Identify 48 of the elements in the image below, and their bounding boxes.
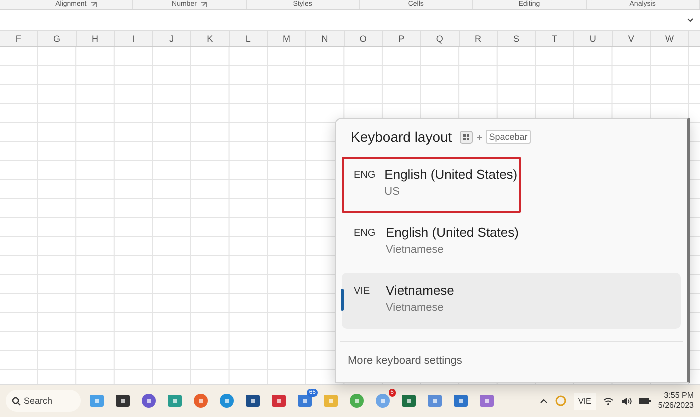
keyboard-layout-option[interactable]: VIE Vietnamese Vietnamese: [342, 273, 681, 329]
column-header[interactable]: H: [76, 31, 115, 46]
column-header[interactable]: W: [651, 31, 690, 46]
search-field[interactable]: Search: [6, 390, 81, 412]
layout-name: US: [384, 186, 401, 198]
language-code: ENG: [354, 227, 377, 241]
keyboard-layout-option[interactable]: ENG English (United States) US: [342, 157, 521, 213]
column-header[interactable]: L: [230, 31, 268, 46]
chevron-down-icon[interactable]: [687, 18, 694, 22]
wifi-icon[interactable]: [603, 396, 614, 406]
language-name: English (United States): [386, 225, 519, 240]
column-header[interactable]: P: [382, 31, 422, 46]
column-header[interactable]: V: [612, 31, 652, 46]
column-header[interactable]: T: [536, 31, 574, 46]
column-header[interactable]: J: [153, 31, 192, 46]
column-header[interactable]: N: [306, 31, 345, 46]
column-header[interactable]: F: [0, 31, 38, 46]
column-header[interactable]: O: [344, 31, 383, 46]
dialog-launcher-icon[interactable]: [200, 2, 207, 8]
column-header[interactable]: K: [191, 31, 230, 46]
column-header[interactable]: Q: [421, 31, 460, 46]
search-icon: [12, 396, 21, 406]
battery-icon[interactable]: [639, 397, 652, 405]
column-header[interactable]: M: [268, 31, 306, 46]
plus-sign-icon: [477, 132, 482, 142]
selection-indicator: [341, 289, 344, 311]
language-name: Vietnamese: [386, 283, 454, 298]
chevron-up-icon[interactable]: [540, 398, 548, 404]
column-header[interactable]: S: [498, 31, 536, 46]
language-code: VIE: [354, 285, 372, 299]
app-icon[interactable]: [167, 393, 183, 409]
input-indicator[interactable]: VIE: [574, 392, 596, 410]
language-code: ENG: [354, 169, 376, 183]
flyout-title: Keyboard layout: [351, 129, 452, 145]
clock[interactable]: 3:55 PM 5/26/2023: [658, 391, 694, 411]
key-hint: Spacebar: [486, 130, 531, 144]
speaker-icon[interactable]: [621, 396, 632, 406]
column-header[interactable]: G: [38, 31, 77, 46]
windows-key-icon: [460, 130, 474, 144]
settings-link[interactable]: More keyboard settings: [348, 355, 462, 367]
language-name: English (United States): [384, 167, 518, 182]
keyboard-layout-option[interactable]: ENG English (United States) Vietnamese: [342, 215, 681, 271]
column-header[interactable]: I: [114, 31, 154, 46]
column-header[interactable]: U: [574, 31, 613, 46]
column-header[interactable]: R: [460, 31, 498, 46]
layout-name: Vietnamese: [386, 302, 445, 314]
layout-name: Vietnamese: [386, 244, 445, 256]
dialog-launcher-icon[interactable]: [90, 2, 97, 8]
